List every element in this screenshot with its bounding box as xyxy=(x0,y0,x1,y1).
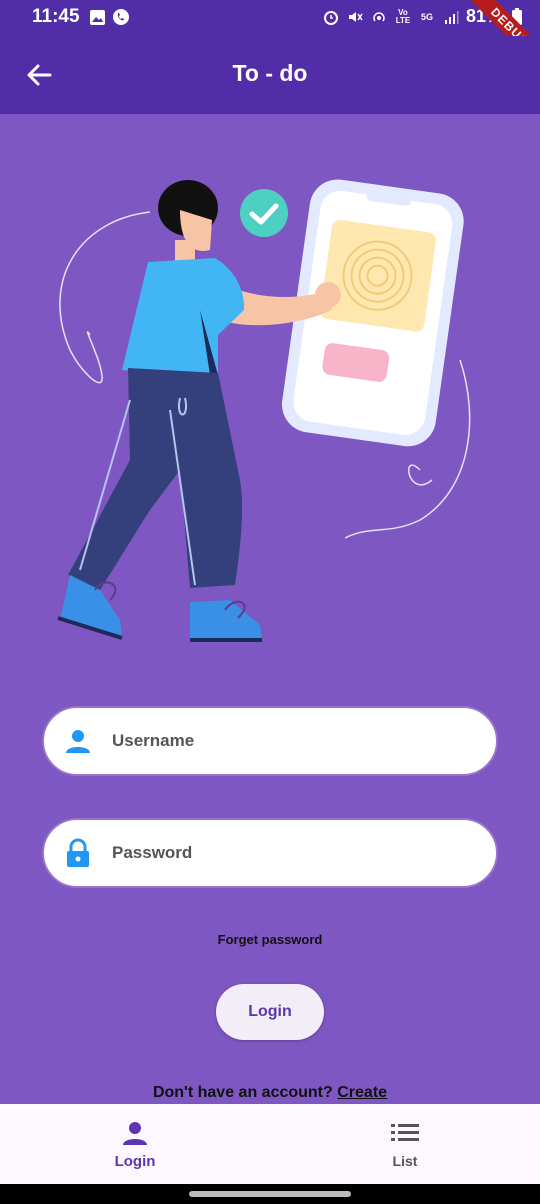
5g-icon: 5G xyxy=(420,11,433,22)
hotspot-icon xyxy=(370,8,388,26)
create-account-link[interactable]: Create xyxy=(337,1084,387,1101)
person-icon xyxy=(64,727,92,755)
system-nav-bar xyxy=(0,1184,540,1204)
status-bar: 11:45 Vo LTE 5G 81% DEBUG xyxy=(0,0,540,76)
person-icon xyxy=(121,1119,149,1147)
nav-item-login[interactable]: Login xyxy=(0,1104,270,1184)
app-bar: To - do xyxy=(0,36,540,114)
nav-label-list: List xyxy=(392,1153,418,1169)
signup-row: Don't have an account? Create xyxy=(0,1084,540,1102)
signal-icon xyxy=(442,8,460,26)
volte-icon: Vo LTE xyxy=(395,7,411,25)
battery-icon xyxy=(508,7,526,26)
page-title: To - do xyxy=(232,60,308,86)
whatsapp-icon xyxy=(112,8,130,26)
password-input[interactable] xyxy=(112,843,432,863)
password-field[interactable] xyxy=(42,818,498,888)
list-icon xyxy=(391,1119,419,1147)
nav-label-login: Login xyxy=(114,1152,156,1170)
fingerprint-login-illustration xyxy=(57,179,471,642)
login-button[interactable]: Login xyxy=(216,984,324,1040)
nav-item-list[interactable]: List xyxy=(270,1104,540,1184)
username-field[interactable] xyxy=(42,706,498,776)
mute-icon xyxy=(346,8,364,26)
image-icon xyxy=(88,8,106,26)
lock-icon xyxy=(64,838,92,867)
alarm-icon xyxy=(322,8,340,26)
username-input[interactable] xyxy=(112,731,432,751)
bottom-nav: Login List xyxy=(0,1104,540,1184)
status-time: 11:45 xyxy=(32,6,80,27)
battery-percent: 81% xyxy=(465,6,502,26)
home-gesture-handle[interactable] xyxy=(189,1191,351,1197)
status-right-icons: Vo LTE 5G 81% xyxy=(322,6,526,27)
status-left-icons xyxy=(88,8,130,26)
forget-password-link[interactable]: Forget password xyxy=(0,932,540,947)
signup-prompt: Don't have an account? xyxy=(152,1084,333,1101)
